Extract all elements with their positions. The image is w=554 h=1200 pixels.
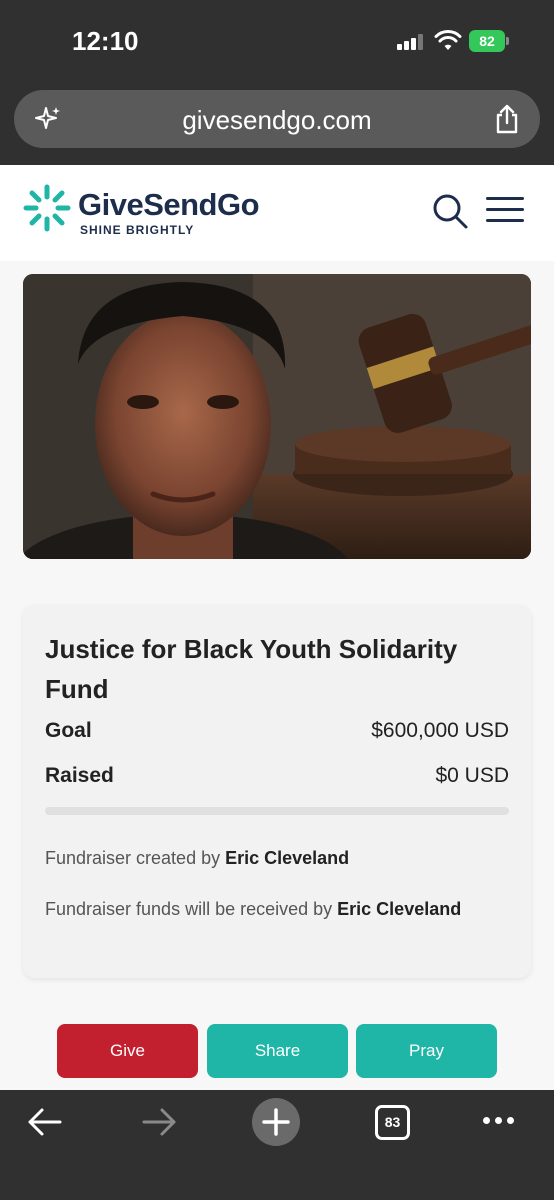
recipient-prefix: Fundraiser funds will be received by [45, 899, 333, 919]
campaign-image [23, 274, 531, 559]
new-tab-button[interactable] [252, 1098, 300, 1146]
search-icon[interactable] [430, 191, 470, 231]
browser-bottom-bar: 83 [0, 1090, 554, 1200]
brand-tagline: SHINE BRIGHTLY [80, 223, 195, 237]
progress-bar [45, 807, 509, 815]
pray-button[interactable]: Pray [356, 1024, 497, 1078]
battery-level: 82 [469, 30, 505, 52]
recipient-line: Fundraiser funds will be received by Eri… [45, 899, 461, 920]
raised-label: Raised [45, 764, 114, 787]
creator-prefix: Fundraiser created by [45, 848, 221, 868]
campaign-title: Justice for Black Youth Solidarity Fund [45, 634, 458, 704]
forward-arrow-icon[interactable] [142, 1107, 178, 1137]
logo-starburst-icon[interactable] [22, 183, 72, 233]
address-bar[interactable]: givesendgo.com [14, 90, 540, 148]
campaign-photo [23, 274, 531, 559]
battery-icon: 82 [469, 30, 509, 52]
status-time: 12:10 [72, 26, 139, 56]
hamburger-menu-icon[interactable] [486, 195, 526, 225]
creator-name[interactable]: Eric Cleveland [225, 848, 349, 868]
more-options-icon[interactable] [481, 1117, 517, 1127]
plus-icon [262, 1108, 290, 1136]
signal-icon [397, 34, 425, 50]
give-button[interactable]: Give [57, 1024, 198, 1078]
browser-top-bar: 12:10 82 givesendgo.com [0, 0, 554, 165]
tab-switcher-button[interactable]: 83 [375, 1105, 410, 1140]
campaign-card: Justice for Black Youth Solidarity Fund … [23, 605, 531, 978]
brand-name[interactable]: GiveSendGo [78, 187, 260, 223]
creator-line: Fundraiser created by Eric Cleveland [45, 848, 349, 869]
share-button[interactable]: Share [207, 1024, 348, 1078]
goal-label: Goal [45, 719, 92, 742]
recipient-name[interactable]: Eric Cleveland [337, 899, 461, 919]
raised-value: $0 USD [435, 764, 509, 787]
site-header: GiveSendGo SHINE BRIGHTLY [0, 165, 554, 261]
wifi-icon [434, 30, 462, 50]
goal-value: $600,000 USD [371, 719, 509, 742]
back-arrow-icon[interactable] [26, 1107, 62, 1137]
share-icon[interactable] [494, 104, 520, 134]
url-text[interactable]: givesendgo.com [14, 105, 540, 136]
